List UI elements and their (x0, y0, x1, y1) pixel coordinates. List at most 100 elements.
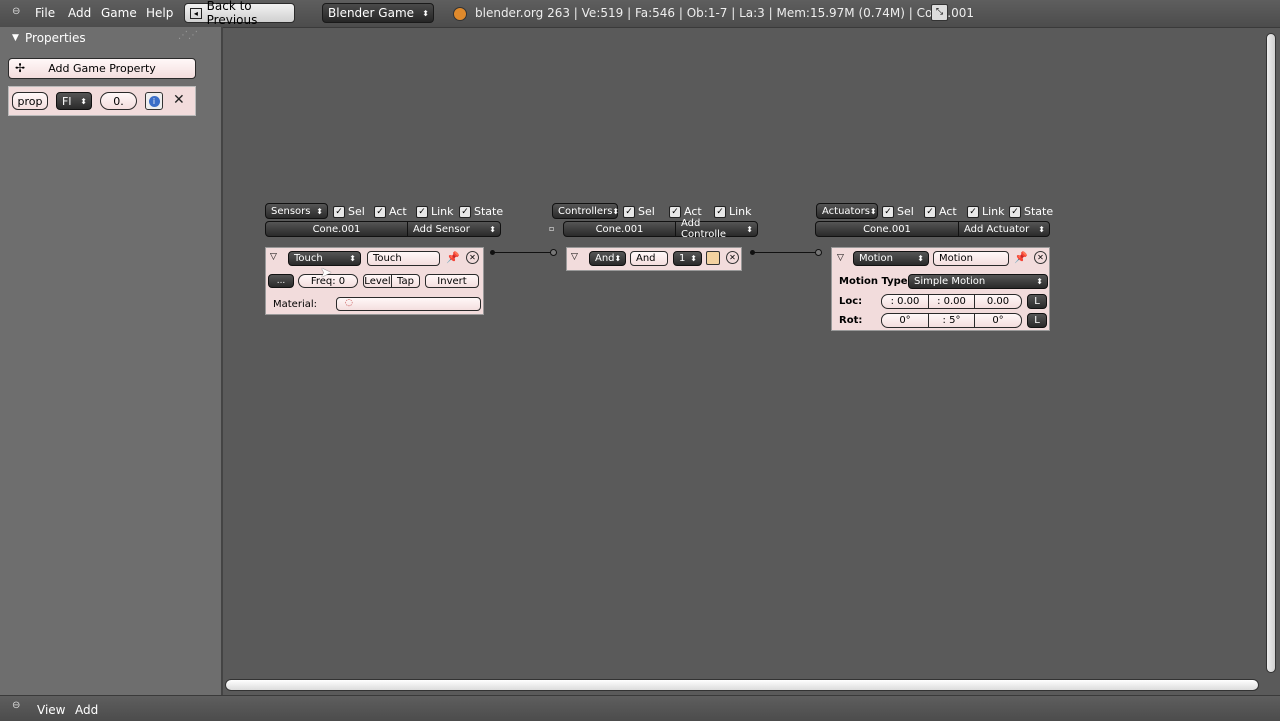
menu-help[interactable]: Help (146, 6, 173, 20)
property-name-field[interactable]: prop (12, 92, 48, 110)
loc-y-field[interactable]: : 0.00 (928, 294, 975, 309)
mouse-cursor-icon: ➤ (320, 265, 332, 281)
sensors-state-checkbox[interactable]: ✓ State (459, 205, 503, 218)
sensor-tap-button[interactable]: Tap (391, 274, 420, 288)
back-icon: ◂ (190, 7, 202, 19)
loc-x-field[interactable]: : 0.00 (881, 294, 929, 309)
menu-add[interactable]: Add (68, 6, 91, 20)
horizontal-scrollbar[interactable] (225, 679, 1259, 691)
add-sensor-select[interactable]: Add Sensor ⬍ (407, 221, 501, 237)
motion-type-select[interactable]: Simple Motion ⬍ (908, 274, 1048, 289)
controllers-header-select[interactable]: Controllers ⬍ (552, 203, 619, 219)
rot-label: Rot: (839, 315, 863, 326)
back-to-previous-button[interactable]: ◂ Back to Previous (184, 0, 295, 27)
property-type-select[interactable]: Fl ⬍ (56, 92, 92, 110)
properties-collapse-icon[interactable]: ▼ (12, 33, 19, 43)
remove-controller-icon[interactable]: ✕ (726, 251, 739, 264)
controllers-link-checkbox[interactable]: ✓ Link (714, 205, 752, 218)
sensors-link-checkbox[interactable]: ✓ Link (416, 205, 454, 218)
vertical-scrollbar[interactable] (1266, 33, 1276, 673)
remove-property-icon[interactable]: ✕ (173, 92, 185, 108)
property-value-field[interactable]: 0. (100, 92, 137, 110)
controller-output-socket[interactable] (750, 250, 755, 255)
link-line (753, 252, 818, 253)
select-arrow-icon: ⬍ (614, 254, 622, 263)
select-arrow-icon: ⬍ (422, 8, 429, 18)
actuator-type-select[interactable]: Motion ⬍ (853, 251, 929, 266)
property-value: 0. (113, 94, 124, 108)
menu-game[interactable]: Game (101, 6, 137, 20)
loc-z-field[interactable]: 0.00 (974, 294, 1022, 309)
select-arrow-icon: ⬍ (489, 224, 496, 234)
rot-z-field[interactable]: 0° (974, 313, 1022, 328)
collapse-triangle-icon[interactable]: ▽ (270, 252, 277, 262)
sensor-output-socket[interactable] (490, 250, 495, 255)
editor-type-icon[interactable]: ⊖ (12, 6, 20, 17)
sensor-invert-button[interactable]: Invert (425, 274, 479, 288)
select-arrow-icon: ⬍ (1036, 277, 1043, 286)
menu-view[interactable]: View (37, 703, 65, 717)
collapse-triangle-icon[interactable]: ▽ (571, 252, 578, 262)
controller-state-icon[interactable]: ▫ (549, 224, 554, 233)
controller-name-field[interactable]: And (630, 251, 668, 266)
select-arrow-icon: ⬍ (690, 254, 697, 263)
menu-file[interactable]: File (35, 6, 55, 20)
controller-state-value: 1 (679, 253, 686, 264)
actuators-state-checkbox[interactable]: ✓ State (1009, 205, 1053, 218)
controllers-sel-checkbox[interactable]: ✓ Sel (623, 205, 655, 218)
controller-state-select[interactable]: 1 ⬍ (673, 251, 702, 266)
select-arrow-icon: ⬍ (349, 254, 356, 263)
sensors-header-select[interactable]: Sensors ⬍ (265, 203, 328, 219)
blender-logo-icon (453, 7, 467, 21)
actuators-link-checkbox[interactable]: ✓ Link (967, 205, 1005, 218)
actuator-type-label: Motion (859, 253, 893, 264)
add-actuator-select[interactable]: Add Actuator ⬍ (958, 221, 1050, 237)
maximize-icon[interactable]: ⤡ (931, 4, 948, 21)
debug-info-icon[interactable]: i (145, 92, 163, 110)
sensors-sel-checkbox[interactable]: ✓ Sel (333, 205, 365, 218)
rot-x-field[interactable]: 0° (881, 313, 929, 328)
sensor-name-field[interactable]: Touch (367, 251, 440, 266)
loc-local-toggle[interactable]: L (1027, 294, 1047, 309)
material-label: Material: (273, 299, 317, 310)
panel-drag-handle[interactable]: ⋰⋰ (178, 30, 198, 41)
add-sensor-label: Add Sensor (413, 223, 470, 235)
pin-icon[interactable]: 📌 (1014, 251, 1028, 264)
collapse-triangle-icon[interactable]: ▽ (837, 253, 844, 263)
preference-icon[interactable] (706, 251, 720, 265)
menu-add-bottom[interactable]: Add (75, 703, 98, 717)
plus-icon: ✢ (15, 61, 26, 75)
actuator-name-field[interactable]: Motion (933, 251, 1009, 266)
properties-panel (0, 27, 223, 695)
actuator-input-socket[interactable] (815, 249, 822, 256)
link-line (493, 252, 553, 253)
select-arrow-icon: ⬍ (316, 206, 323, 216)
actuators-sel-checkbox[interactable]: ✓ Sel (882, 205, 914, 218)
sensor-level-button[interactable]: Level (363, 274, 392, 288)
property-name-value: prop (17, 94, 43, 108)
remove-sensor-icon[interactable]: ✕ (466, 251, 479, 264)
render-engine-select[interactable]: Blender Game ⬍ (322, 3, 434, 23)
controller-type-label: And (595, 253, 615, 264)
rot-y-field[interactable]: : 5° (928, 313, 975, 328)
editor-type-icon[interactable]: ⊖ (12, 700, 20, 711)
pulse-mode-button[interactable]: ... (268, 274, 294, 288)
controller-input-socket[interactable] (550, 249, 557, 256)
actuators-act-checkbox[interactable]: ✓ Act (924, 205, 957, 218)
remove-actuator-icon[interactable]: ✕ (1034, 251, 1047, 264)
pin-icon[interactable]: 📌 (446, 251, 460, 264)
sensors-object-label: Cone.001 (265, 221, 408, 237)
sensors-act-checkbox[interactable]: ✓ Act (374, 205, 407, 218)
add-game-property-button[interactable]: ✢ Add Game Property (8, 58, 196, 79)
controller-type-select[interactable]: And ⬍ (589, 251, 626, 266)
select-arrow-icon: ⬍ (746, 224, 753, 234)
material-field[interactable]: ◌ (336, 297, 481, 311)
actuators-header-label: Actuators (822, 205, 870, 217)
add-controller-select[interactable]: Add Controlle ⬍ (675, 218, 758, 240)
controllers-act-checkbox[interactable]: ✓ Act (669, 205, 702, 218)
actuators-header-select[interactable]: Actuators ⬍ (816, 203, 878, 219)
select-arrow-icon: ⬍ (917, 254, 924, 263)
sensor-type-select[interactable]: Touch ⬍ (288, 251, 361, 266)
motion-type-value: Simple Motion (914, 276, 986, 287)
rot-local-toggle[interactable]: L (1027, 313, 1047, 328)
